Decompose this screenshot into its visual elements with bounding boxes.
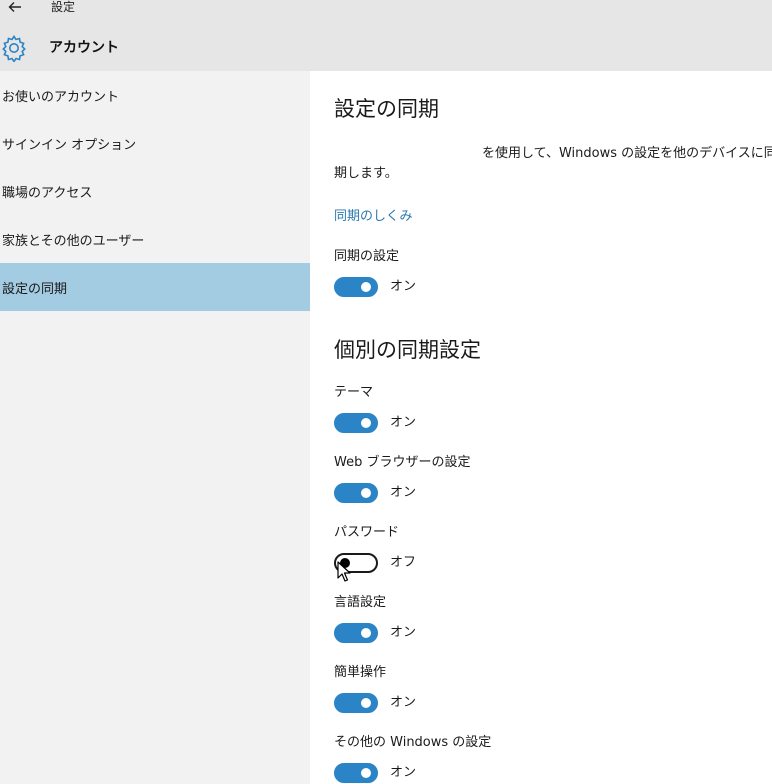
sync-settings-row: オン <box>334 276 416 298</box>
toggle-knob <box>361 282 371 292</box>
sidebar-item-label: お使いのアカウント <box>2 89 120 105</box>
sidebar-item-sign-in-options[interactable]: サインイン オプション <box>0 119 310 167</box>
sync-settings-toggle[interactable] <box>334 277 378 297</box>
how-sync-works-link[interactable]: 同期のしくみ <box>334 208 413 226</box>
sidebar-item-work-access[interactable]: 職場のアクセス <box>0 167 310 215</box>
toggle-knob <box>340 558 350 568</box>
sidebar: お使いのアカウント サインイン オプション 職場のアクセス 家族とその他のユーザ… <box>0 71 310 784</box>
other-windows-row: オン <box>334 762 416 784</box>
theme-toggle[interactable] <box>334 413 378 433</box>
password-state: オフ <box>390 555 417 570</box>
toggle-knob <box>361 768 371 778</box>
sidebar-item-label: サインイン オプション <box>2 137 137 153</box>
page-title: 設定の同期 <box>334 97 439 121</box>
back-button[interactable] <box>4 0 26 14</box>
password-row: オフ <box>334 552 416 574</box>
password-label: パスワード <box>334 525 400 540</box>
ease-of-access-toggle[interactable] <box>334 693 378 713</box>
sidebar-item-label: 職場のアクセス <box>2 185 93 201</box>
main-content: 設定の同期 を使用して、Windows の設定を他のデバイスに同 期します。 同… <box>310 71 772 784</box>
web-browser-toggle[interactable] <box>334 483 378 503</box>
ease-of-access-label: 簡単操作 <box>334 665 387 680</box>
sidebar-item-family-other-users[interactable]: 家族とその他のユーザー <box>0 215 310 263</box>
web-browser-row: オン <box>334 482 416 504</box>
language-row: オン <box>334 622 416 644</box>
other-windows-toggle[interactable] <box>334 763 378 783</box>
description-line-2: 期します。 <box>334 166 398 181</box>
sidebar-item-label: 設定の同期 <box>2 281 68 297</box>
section-title: 個別の同期設定 <box>334 338 481 362</box>
web-browser-state: オン <box>390 485 417 500</box>
toggle-knob <box>361 488 371 498</box>
window-title: 設定 <box>51 0 76 14</box>
description-line-1: を使用して、Windows の設定を他のデバイスに同 <box>482 146 772 161</box>
toggle-knob <box>361 628 371 638</box>
language-state: オン <box>390 625 417 640</box>
other-windows-state: オン <box>390 765 417 780</box>
sidebar-item-sync-settings[interactable]: 設定の同期 <box>0 263 310 311</box>
back-arrow-icon <box>8 2 21 12</box>
theme-state: オン <box>390 415 417 430</box>
ease-of-access-row: オン <box>334 692 416 714</box>
theme-row: オン <box>334 412 416 434</box>
ease-of-access-state: オン <box>390 695 417 710</box>
sidebar-item-your-account[interactable]: お使いのアカウント <box>0 71 310 119</box>
password-toggle[interactable] <box>334 553 378 573</box>
sync-settings-label: 同期の設定 <box>334 249 400 264</box>
toggle-knob <box>361 418 371 428</box>
other-windows-label: その他の Windows の設定 <box>334 735 492 750</box>
title-bar: 設定 アカウント <box>0 0 772 71</box>
sidebar-item-label: 家族とその他のユーザー <box>2 233 145 249</box>
page-header-title: アカウント <box>49 40 119 56</box>
sync-settings-state: オン <box>390 279 417 294</box>
language-toggle[interactable] <box>334 623 378 643</box>
language-label: 言語設定 <box>334 595 387 610</box>
theme-label: テーマ <box>334 385 374 400</box>
gear-icon <box>2 35 26 62</box>
web-browser-label: Web ブラウザーの設定 <box>334 455 471 470</box>
toggle-knob <box>361 698 371 708</box>
